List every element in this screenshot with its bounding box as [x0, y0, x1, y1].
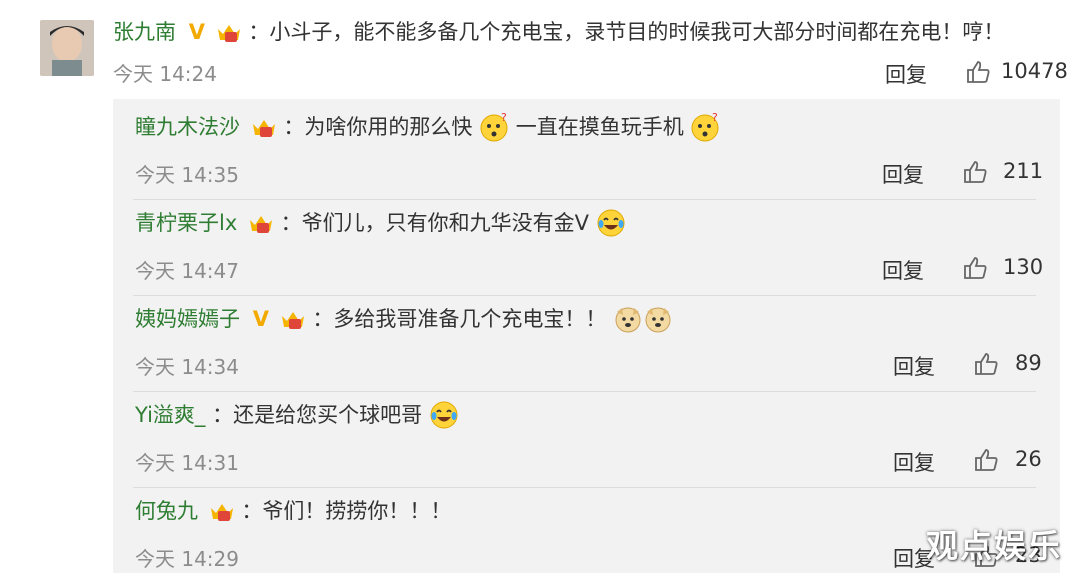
comment-line: 张九南 V ：小斗子，能不能多备几个充电宝，录节目的时候我可大部分时间都在充电！…	[113, 12, 1004, 52]
reply-button[interactable]: 回复	[885, 59, 927, 89]
username[interactable]: 瞳九木法沙	[135, 115, 240, 139]
divider	[133, 391, 1036, 392]
like-icon[interactable]	[973, 447, 999, 473]
vip-crown-icon	[249, 216, 272, 233]
username[interactable]: Yi溢爽_	[135, 403, 205, 427]
reply-text: ：爷们！捞捞你！！！	[241, 499, 452, 523]
vip-crown-icon	[281, 312, 304, 329]
reply-button[interactable]: 回复	[893, 447, 935, 477]
like-count: 10478	[1001, 59, 1068, 83]
doge-emoji-icon	[645, 307, 671, 333]
vip-crown-icon	[210, 504, 233, 521]
vip-crown-icon	[217, 25, 240, 42]
reply-line: Yi溢爽_ ：还是给您买个球吧哥	[135, 395, 459, 435]
like-icon[interactable]	[973, 351, 999, 377]
reply-item: Yi溢爽_ ：还是给您买个球吧哥 今天 14:31 回复 26	[135, 395, 1042, 491]
avatar[interactable]	[40, 20, 94, 76]
verified-v-icon: V	[252, 307, 269, 331]
like-icon[interactable]	[962, 159, 988, 185]
reply-button[interactable]: 回复	[882, 159, 924, 189]
reply-text: ：爷们儿，只有你和九华没有金V	[280, 211, 590, 235]
reply-line: 瞳九木法沙 ：为啥你用的那么快 ? 一直在摸鱼玩手机 ?	[135, 107, 720, 147]
reply-item: 青柠栗子lx ：爷们儿，只有你和九华没有金V 今天 14:47 回复 130	[135, 203, 1043, 299]
verified-v-icon: V	[188, 20, 205, 44]
comment-time: 今天 14:24	[113, 62, 217, 86]
username[interactable]: 姨妈嫣嫣子	[135, 307, 240, 331]
svg-text:?: ?	[712, 112, 718, 124]
like-count: 26	[1015, 447, 1042, 471]
username[interactable]: 张九南	[113, 20, 176, 44]
username[interactable]: 何兔九	[135, 499, 198, 523]
watermark: 观点娱乐	[925, 527, 1062, 565]
reply-time: 今天 14:34	[135, 355, 239, 379]
like-icon[interactable]	[965, 59, 991, 85]
svg-text:?: ?	[501, 112, 507, 124]
reply-time: 今天 14:29	[135, 547, 239, 571]
like-count: 211	[1003, 159, 1044, 183]
like-count: 130	[1003, 255, 1044, 279]
laughing-tears-emoji-icon	[597, 209, 625, 237]
username[interactable]: 青柠栗子lx	[135, 211, 237, 235]
vip-crown-icon	[252, 120, 275, 137]
reply-text: ：为啥你用的那么快	[283, 115, 473, 139]
reply-item: 瞳九木法沙 ：为啥你用的那么快 ? 一直在摸鱼玩手机 ? 今天 14:35 回复	[135, 107, 1043, 203]
main-comment: 张九南 V ：小斗子，能不能多备几个充电宝，录节目的时候我可大部分时间都在充电！…	[113, 12, 1068, 92]
reply-item: 何兔九 ：爷们！捞捞你！！！ 今天 14:29 回复 23	[135, 491, 1042, 587]
puzzled-face-emoji-icon: ?	[480, 112, 508, 142]
reply-text-continued: 一直在摸鱼玩手机	[515, 115, 684, 139]
like-count: 89	[1015, 351, 1042, 375]
reply-text: ：多给我哥准备几个充电宝！！	[312, 307, 607, 331]
laughing-tears-emoji-icon	[430, 401, 458, 429]
reply-button[interactable]: 回复	[882, 255, 924, 285]
reply-line: 青柠栗子lx ：爷们儿，只有你和九华没有金V	[135, 203, 626, 243]
reply-time: 今天 14:47	[135, 259, 239, 283]
like-icon[interactable]	[962, 255, 988, 281]
reply-time: 今天 14:31	[135, 451, 239, 475]
reply-button[interactable]: 回复	[893, 351, 935, 381]
puzzled-face-emoji-icon: ?	[691, 112, 719, 142]
reply-line: 何兔九 ：爷们！捞捞你！！！	[135, 491, 451, 531]
reply-item: 姨妈嫣嫣子 V ：多给我哥准备几个充电宝！！ 今天 14:34 回复 89	[135, 299, 1042, 395]
divider	[133, 199, 1036, 200]
replies-panel: 瞳九木法沙 ：为啥你用的那么快 ? 一直在摸鱼玩手机 ? 今天 14:35 回复	[113, 99, 1060, 573]
divider	[133, 295, 1036, 296]
divider	[133, 487, 1036, 488]
reply-time: 今天 14:35	[135, 163, 239, 187]
comment-text: ：小斗子，能不能多备几个充电宝，录节目的时候我可大部分时间都在充电！哼！	[248, 20, 1005, 44]
doge-emoji-icon	[615, 307, 641, 333]
reply-line: 姨妈嫣嫣子 V ：多给我哥准备几个充电宝！！	[135, 299, 673, 339]
reply-text: ：还是给您买个球吧哥	[212, 403, 423, 427]
